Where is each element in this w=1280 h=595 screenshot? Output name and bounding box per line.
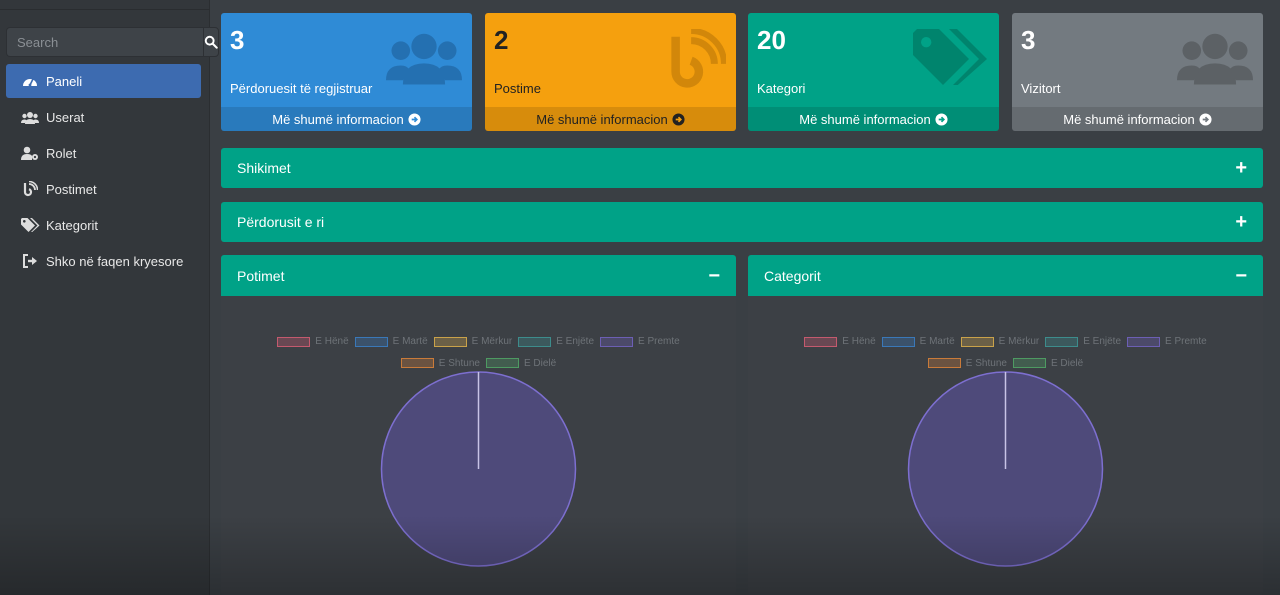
pie-chart: [380, 371, 577, 567]
panel-views-header[interactable]: Shikimet +: [221, 148, 1263, 188]
users-icon: [1177, 33, 1253, 85]
info-box-posts: 2 Postime Më shumë informacion: [485, 13, 736, 131]
sidebar-item-paneli[interactable]: Paneli: [6, 64, 201, 98]
more-info-label: Më shumë informacion: [1063, 111, 1195, 127]
blog-icon: [671, 29, 726, 88]
dashboard-icon: [20, 73, 40, 89]
tags-icon: [913, 29, 987, 85]
panel-title: Shikimet: [237, 160, 291, 176]
search-input[interactable]: [6, 27, 203, 57]
visitors-label: Vizitort: [1021, 81, 1061, 96]
sidebar-item-label: Paneli: [46, 73, 83, 89]
more-info-link[interactable]: Më shumë informacion: [221, 107, 472, 131]
panel-new-users-header[interactable]: Përdorusit e ri +: [221, 202, 1263, 242]
more-info-link[interactable]: Më shumë informacion: [1012, 107, 1263, 131]
sidebar-item-kategorit[interactable]: Kategorit: [6, 208, 201, 242]
more-info-label: Më shumë informacion: [536, 111, 668, 127]
search-button[interactable]: [203, 27, 219, 57]
sidebar-item-shko-faqen-kryesore[interactable]: Shko në faqen kryesore: [6, 244, 201, 278]
users-icon: [20, 109, 40, 125]
search-icon: [204, 35, 218, 49]
info-box-registered-users: 3 Përdoruesit të regjistruar Më shumë in…: [221, 13, 472, 131]
arrow-circle-right-icon: [672, 112, 685, 126]
more-info-link[interactable]: Më shumë informacion: [485, 107, 736, 131]
sidebar-item-label: Rolet: [46, 145, 77, 161]
user-cog-icon: [20, 145, 40, 161]
sidebar-nav: Paneli Userat Rolet Postimet Kategorit S…: [6, 64, 201, 280]
sidebar-item-rolet[interactable]: Rolet: [6, 136, 201, 170]
categories-count: 20: [757, 25, 786, 55]
pie-chart: [907, 371, 1104, 567]
panel-posts: Potimet − E Hënë E Martë E Mërkur E Enjëte E…: [221, 255, 736, 595]
arrow-circle-right-icon: [935, 112, 948, 126]
blog-icon: [20, 181, 40, 197]
sidebar: Paneli Userat Rolet Postimet Kategorit S…: [0, 0, 219, 595]
registered-users-count: 3: [230, 25, 245, 55]
more-info-link[interactable]: Më shumë informacion: [748, 107, 999, 131]
sidebar-item-label: Postimet: [46, 181, 97, 197]
arrow-circle-right-icon: [1199, 112, 1212, 126]
arrow-circle-right-icon: [408, 112, 421, 126]
visitors-count: 3: [1021, 25, 1036, 55]
more-info-label: Më shumë informacion: [799, 111, 931, 127]
sidebar-item-userat[interactable]: Userat: [6, 100, 201, 134]
sidebar-search: [6, 27, 219, 57]
sidebar-item-label: Shko në faqen kryesore: [46, 253, 184, 269]
users-icon: [386, 33, 462, 85]
panel-title: Përdorusit e ri: [237, 214, 325, 230]
expand-toggle[interactable]: +: [1235, 212, 1247, 232]
registered-users-label: Përdoruesit të regjistruar: [230, 81, 373, 96]
posts-label: Postime: [494, 81, 541, 96]
panel-categories: Categorit − E Hënë E Martë E Mërkur E Enjët…: [748, 255, 1263, 595]
posts-count: 2: [494, 25, 509, 55]
sidebar-item-label: Kategorit: [46, 217, 99, 233]
categories-label: Kategori: [757, 81, 806, 96]
expand-toggle[interactable]: +: [1235, 158, 1247, 178]
tags-icon: [20, 217, 40, 233]
sidebar-item-postimet[interactable]: Postimet: [6, 172, 201, 206]
more-info-label: Më shumë informacion: [272, 111, 404, 127]
info-box-categories: 20 Kategori Më shumë informacion: [748, 13, 999, 131]
sidebar-top-divider: [0, 0, 210, 10]
sidebar-item-label: Userat: [46, 109, 85, 125]
info-box-visitors: 3 Vizitort Më shumë informacion: [1012, 13, 1263, 131]
sign-out-icon: [20, 253, 40, 269]
